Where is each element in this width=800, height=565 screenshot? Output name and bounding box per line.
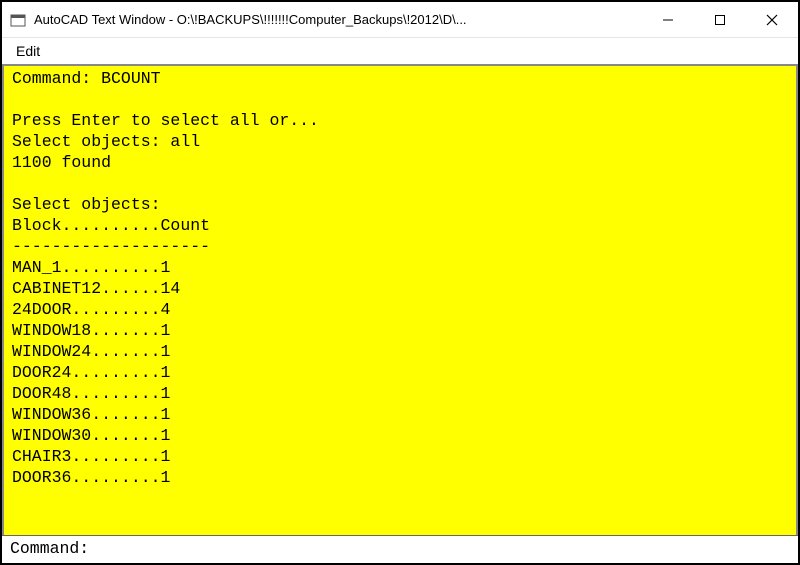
command-prompt: Command: (10, 538, 99, 559)
command-input[interactable] (99, 538, 790, 559)
window-title: AutoCAD Text Window - O:\!BACKUPS\!!!!!!… (34, 12, 642, 27)
window-controls (642, 2, 798, 37)
menubar: Edit (2, 38, 798, 66)
app-icon (10, 12, 26, 28)
titlebar: AutoCAD Text Window - O:\!BACKUPS\!!!!!!… (2, 2, 798, 38)
maximize-button[interactable] (694, 2, 746, 37)
close-button[interactable] (746, 2, 798, 37)
menu-edit[interactable]: Edit (10, 41, 46, 61)
terminal-output[interactable]: Command: BCOUNT Press Enter to select al… (2, 66, 798, 535)
minimize-button[interactable] (642, 2, 694, 37)
command-line: Command: (2, 535, 798, 563)
